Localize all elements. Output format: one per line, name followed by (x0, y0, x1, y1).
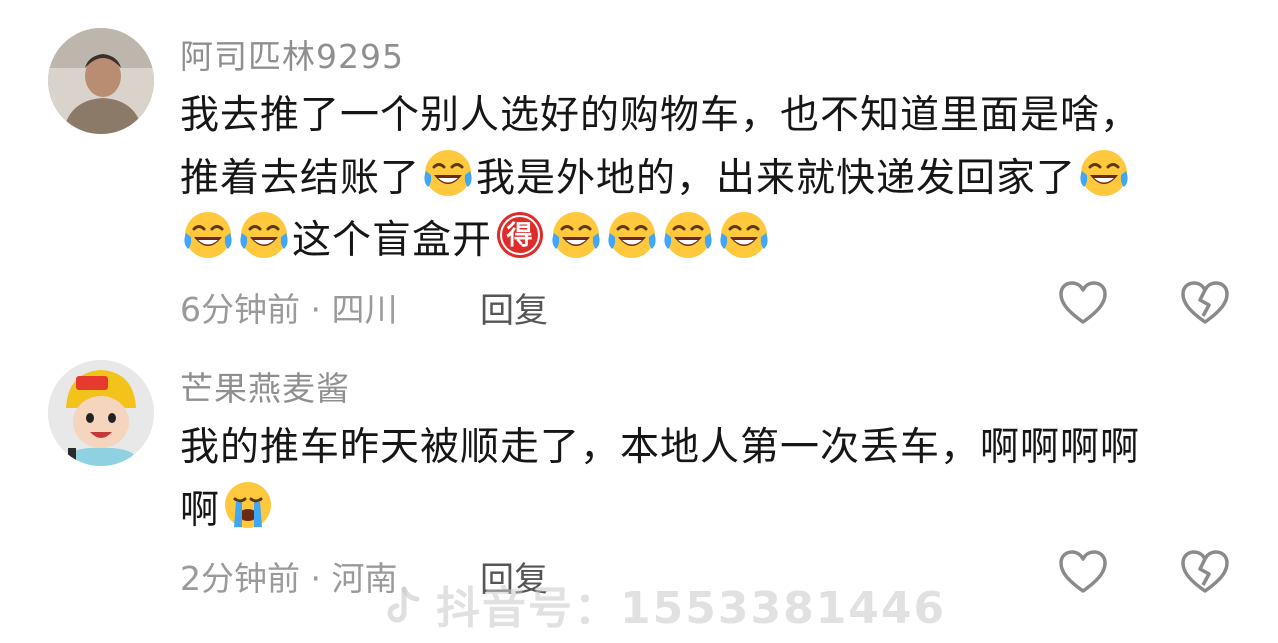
meta-separator: · (300, 559, 332, 598)
comment-meta: 2分钟前 · 河南 (180, 552, 397, 600)
comment-meta: 6分钟前 · 四川 (180, 283, 397, 331)
face-with-tears-of-joy-icon (422, 147, 474, 199)
face-with-tears-of-joy-icon (606, 209, 658, 261)
de-red-badge-icon: 得 (494, 209, 546, 261)
heart-outline-icon[interactable] (1058, 280, 1108, 326)
face-with-tears-of-joy-icon (182, 209, 234, 261)
avatar[interactable] (48, 360, 154, 466)
comment-line: 啊 (180, 479, 1240, 541)
avatar[interactable] (48, 28, 154, 134)
svg-text:得: 得 (506, 221, 534, 251)
comment-text-segment: 我去推了一个别人选好的购物车，也不知道里面是啥， (180, 93, 1141, 138)
comment-text: 我去推了一个别人选好的购物车，也不知道里面是啥， 推着去结账了 我是外地的，出来就快… (180, 85, 1240, 271)
loudly-crying-face-icon (222, 479, 274, 531)
comment-text-segment: 推着去结账了 (180, 156, 421, 201)
timestamp: 2分钟前 (180, 559, 300, 598)
comment-line: 我的推车昨天被顺走了，本地人第一次丢车，啊啊啊啊 (180, 417, 1240, 479)
comment-text-segment: 我的推车昨天被顺走了，本地人第一次丢车，啊啊啊啊 (180, 425, 1141, 470)
comment-text-segment: 啊 (180, 488, 221, 533)
username[interactable]: 芒果燕麦酱 (180, 362, 350, 410)
face-with-tears-of-joy-icon (718, 209, 770, 261)
watermark-text: 抖音号：1553381446 (436, 583, 947, 634)
heart-outline-icon[interactable] (1058, 549, 1108, 595)
broken-heart-outline-icon[interactable] (1180, 280, 1230, 326)
face-with-tears-of-joy-icon (662, 209, 714, 261)
face-with-tears-of-joy-icon (550, 209, 602, 261)
username[interactable]: 阿司匹林9295 (180, 30, 404, 78)
comment-text-segment: 我是外地的，出来就快递发回家了 (476, 156, 1077, 201)
watermark: 抖音号：1553381446 (380, 572, 946, 636)
comment-line: 这个盲盒开得 (180, 209, 1240, 271)
comment-line: 我去推了一个别人选好的购物车，也不知道里面是啥， (180, 85, 1240, 147)
face-with-tears-of-joy-icon (1078, 147, 1130, 199)
broken-heart-outline-icon[interactable] (1180, 549, 1230, 595)
comment-text: 我的推车昨天被顺走了，本地人第一次丢车，啊啊啊啊啊 (180, 417, 1240, 541)
douyin-logo-icon (380, 583, 426, 629)
comment-line: 推着去结账了 我是外地的，出来就快递发回家了 (180, 147, 1240, 209)
timestamp: 6分钟前 (180, 290, 300, 329)
location: 四川 (331, 290, 398, 329)
meta-separator: · (300, 290, 332, 329)
reply-button[interactable]: 回复 (480, 283, 548, 332)
face-with-tears-of-joy-icon (238, 209, 290, 261)
comment-text-segment: 这个盲盒开 (292, 218, 493, 263)
